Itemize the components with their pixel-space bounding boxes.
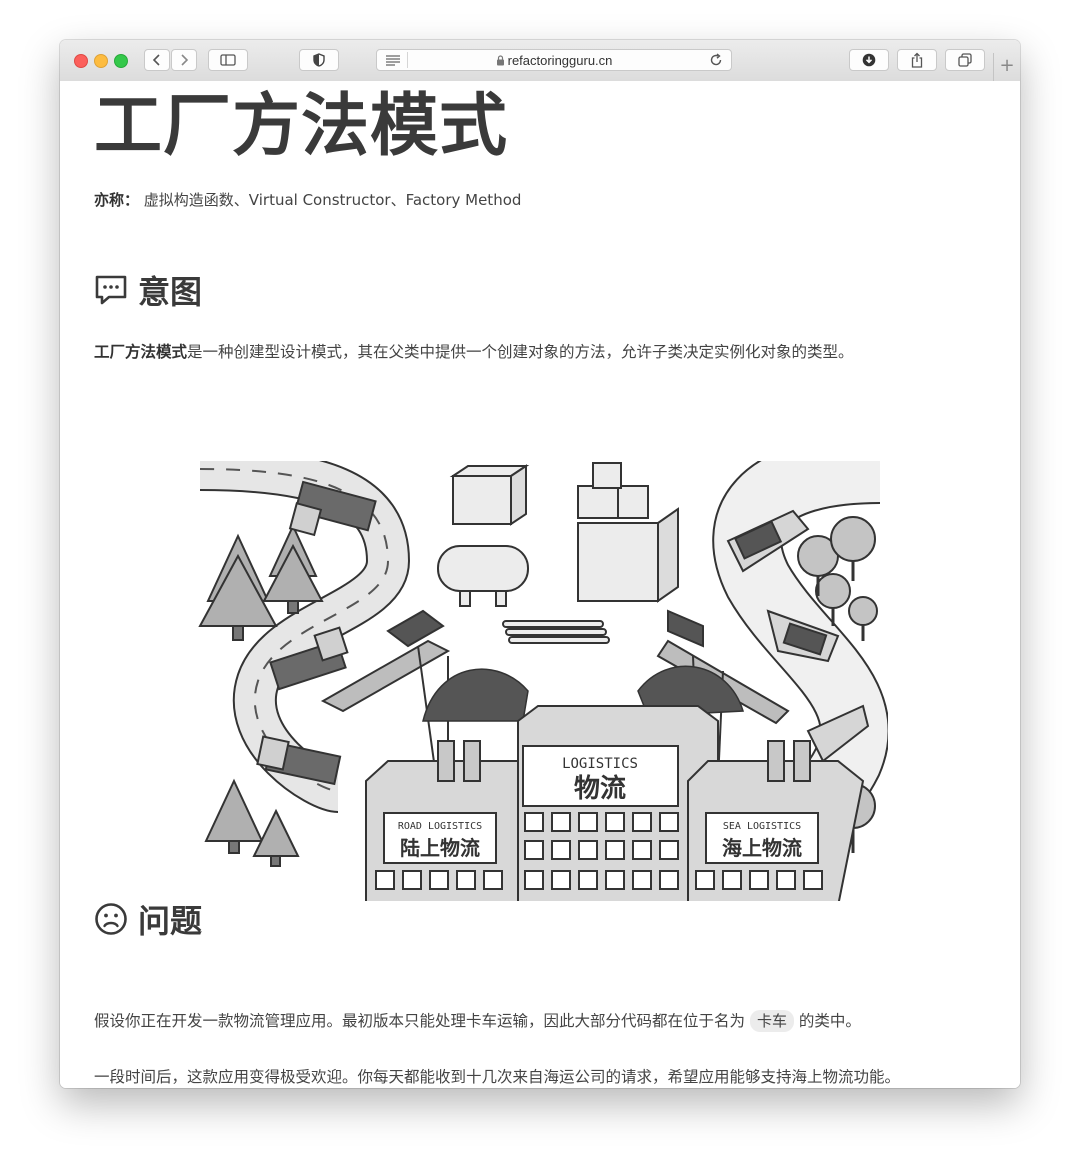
zoom-window-button[interactable]	[114, 54, 128, 68]
address-bar[interactable]: refactoringguru.cn	[376, 49, 732, 71]
lock-icon	[496, 55, 504, 66]
new-tab-icon[interactable]: +	[993, 53, 1020, 81]
minimize-window-button[interactable]	[94, 54, 108, 68]
share-icon	[911, 52, 923, 68]
downloads-button[interactable]	[849, 49, 889, 71]
problem-paragraph-2: 一段时间后，这款应用变得极受欢迎。你每天都能收到十几次来自海运公司的请求，希望应…	[94, 1068, 901, 1086]
inline-code-truck: 卡车	[749, 1010, 794, 1032]
sign-logistics-en: LOGISTICS	[562, 756, 638, 772]
sign-sea-cn: 海上物流	[722, 836, 802, 860]
problem-paragraph-1: 假设你正在开发一款物流管理应用。最初版本只能处理卡车运输，因此大部分代码都在位于…	[94, 1009, 861, 1032]
back-button[interactable]	[144, 49, 170, 71]
privacy-button[interactable]	[299, 49, 339, 71]
download-icon	[862, 53, 876, 67]
intent-paragraph: 工厂方法模式是一种创建型设计模式，其在父类中提供一个创建对象的方法，允许子类决定…	[94, 340, 854, 362]
problem-p1-before: 假设你正在开发一款物流管理应用。最初版本只能处理卡车运输，因此大部分代码都在位于…	[94, 1012, 746, 1030]
forward-button[interactable]	[171, 49, 197, 71]
sad-face-icon	[95, 903, 127, 935]
back-icon	[152, 54, 160, 66]
intent-text: 是一种创建型设计模式，其在父类中提供一个创建对象的方法，允许子类决定实例化对象的…	[187, 343, 854, 361]
tabs-overview-button[interactable]	[945, 49, 985, 71]
share-button[interactable]	[897, 49, 937, 71]
sidebar-button[interactable]	[208, 49, 248, 71]
forward-icon	[181, 54, 189, 66]
aka-value: 虚拟构造函数、Virtual Constructor、Factory Metho…	[143, 191, 522, 209]
browser-window: refactoringguru.cn + 工厂方法模式 亦称： 虚拟构造函数、V…	[60, 40, 1020, 1088]
sign-logistics-cn: 物流	[574, 774, 626, 804]
problem-heading: 问题	[94, 896, 202, 942]
close-window-button[interactable]	[74, 54, 88, 68]
sidebar-icon	[220, 54, 236, 66]
tabs-icon	[958, 53, 972, 67]
problem-title: 问题	[138, 902, 203, 940]
logistics-illustration: LOGISTICS 物流 ROAD LOGISTICS 陆上物流 SEA LOG…	[198, 461, 888, 901]
intent-title: 意图	[138, 273, 203, 311]
intent-bold-lead: 工厂方法模式	[94, 343, 188, 361]
privacy-shield-icon	[313, 53, 325, 67]
sign-road-en: ROAD LOGISTICS	[398, 821, 482, 832]
browser-toolbar: refactoringguru.cn +	[60, 40, 1020, 82]
aka-label: 亦称：	[94, 191, 140, 209]
aka-line: 亦称： 虚拟构造函数、Virtual Constructor、Factory M…	[94, 189, 521, 210]
reload-icon[interactable]	[709, 53, 723, 67]
speech-bubble-icon	[95, 275, 127, 305]
problem-p1-after: 的类中。	[798, 1012, 861, 1030]
page-content: 工厂方法模式 亦称： 虚拟构造函数、Virtual Constructor、Fa…	[60, 81, 1020, 1088]
url-text: refactoringguru.cn	[377, 53, 731, 68]
sign-sea-en: SEA LOGISTICS	[723, 821, 801, 832]
intent-heading: 意图	[94, 267, 202, 313]
url-label: refactoringguru.cn	[507, 53, 613, 68]
page-title: 工厂方法模式	[94, 87, 509, 166]
sign-road-cn: 陆上物流	[400, 836, 480, 860]
